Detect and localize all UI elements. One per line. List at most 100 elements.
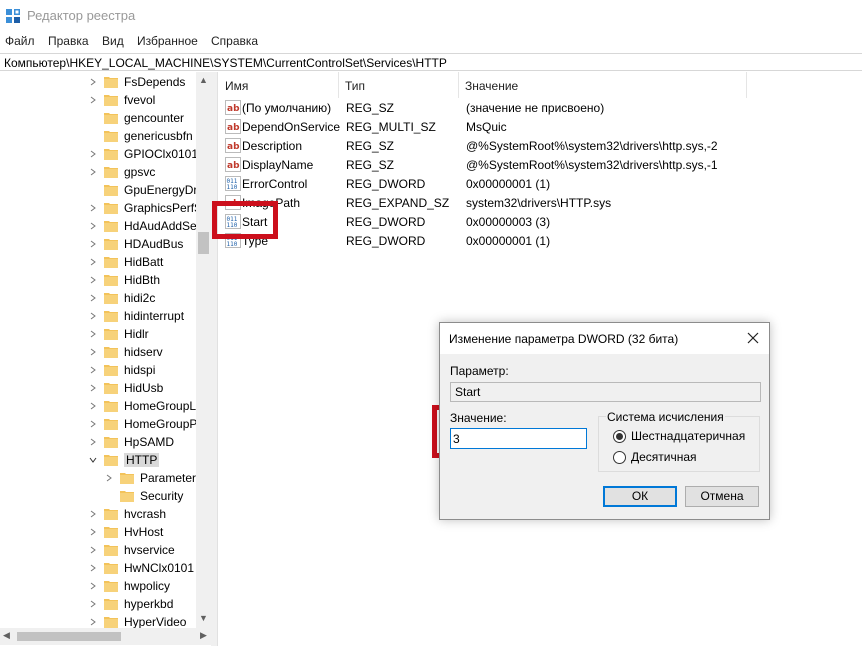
ok-button[interactable]: ОК [603,486,677,507]
chevron-right-icon[interactable] [88,329,98,339]
tree-item[interactable]: Hidlr [88,325,149,343]
chevron-right-icon[interactable] [88,401,98,411]
tree-item[interactable]: Parameters [104,469,202,487]
close-icon[interactable] [743,328,763,348]
chevron-right-icon[interactable] [88,581,98,591]
tree-item[interactable]: gpsvc [88,163,155,181]
tree-item[interactable]: fvevol [88,91,155,109]
tree-item[interactable]: GraphicsPerfSv [88,199,208,217]
tree-item[interactable]: hwpolicy [88,577,170,595]
tree-item[interactable]: HwNClx0101 [88,559,194,577]
value-row[interactable]: ab Description REG_SZ @%SystemRoot%\system3… [219,136,862,155]
folder-icon [104,580,118,592]
value-row[interactable]: ab (По умолчанию) REG_SZ (значение не присв… [219,98,862,117]
chevron-right-icon[interactable] [104,473,114,483]
value-row[interactable]: ab DependOnService REG_MULTI_SZ MsQuic [219,117,862,136]
chevron-right-icon[interactable] [88,365,98,375]
key-tree[interactable]: FsDepends fvevol gencounter genericusbfn GPI… [0,72,211,628]
menu-view[interactable]: Вид [102,34,124,48]
value-row[interactable]: ab DisplayName REG_SZ @%SystemRoot%\system3… [219,155,862,174]
value-input[interactable] [450,428,587,449]
chevron-right-icon[interactable] [88,545,98,555]
tree-item-label: fvevol [124,93,156,107]
tree-item-label: GpuEnergyDrv [124,183,204,197]
chevron-down-icon[interactable] [88,455,98,465]
menu-help[interactable]: Справка [211,34,258,48]
chevron-right-icon[interactable] [88,419,98,429]
tree-item[interactable]: GPIOClx0101 [88,145,198,163]
tree-item[interactable]: HdAudAddSer [88,217,201,235]
tree-item[interactable]: HvHost [88,523,163,541]
radio-decimal[interactable]: Десятичная [613,450,697,464]
chevron-right-icon[interactable] [88,221,98,231]
scroll-thumb[interactable] [198,232,209,254]
chevron-right-icon[interactable] [88,599,98,609]
tree-item[interactable]: Security [104,487,183,505]
tree-item[interactable]: HDAudBus [88,235,183,253]
radio-hexadecimal[interactable]: Шестнадцатеричная [613,429,745,443]
address-bar[interactable]: Компьютер\HKEY_LOCAL_MACHINE\SYSTEM\Curr… [0,53,862,71]
window-title: Редактор реестра [27,8,136,23]
radio-checked-icon[interactable] [613,429,626,443]
chevron-right-icon[interactable] [88,293,98,303]
tree-item[interactable]: HpSAMD [88,433,174,451]
chevron-right-icon[interactable] [88,167,98,177]
folder-icon [104,526,118,538]
tree-item[interactable]: gencounter [88,109,184,127]
chevron-right-icon[interactable] [88,149,98,159]
tree-item[interactable]: HomeGroupPr [88,415,201,433]
column-header-type[interactable]: Тип [339,72,459,98]
tree-item[interactable]: hidi2c [88,289,155,307]
tree-item[interactable]: HTTP [88,451,160,469]
tree-vertical-scrollbar[interactable]: ▲ ▼ [196,72,211,628]
chevron-right-icon[interactable] [88,383,98,393]
chevron-right-icon[interactable] [88,527,98,537]
tree-item[interactable]: hidspi [88,361,155,379]
value-row[interactable]: 011 110 Type REG_DWORD 0x00000001 (1) [219,231,862,250]
tree-item[interactable]: HyperVideo [88,613,186,628]
value-data: (значение не присвоено) [466,101,605,115]
value-row[interactable]: 011 110 Start REG_DWORD 0x00000003 (3) [219,212,862,231]
chevron-right-icon[interactable] [88,347,98,357]
scroll-down-arrow-icon[interactable]: ▼ [199,613,208,623]
scroll-up-arrow-icon[interactable]: ▲ [199,75,208,85]
tree-item[interactable]: GpuEnergyDrv [88,181,203,199]
tree-item-label: genericusbfn [124,129,193,143]
column-header-data[interactable]: Значение [459,72,747,98]
scroll-right-arrow-icon[interactable]: ▶ [200,630,207,641]
menu-edit[interactable]: Правка [48,34,89,48]
chevron-right-icon[interactable] [88,203,98,213]
chevron-right-icon[interactable] [88,95,98,105]
chevron-right-icon[interactable] [88,617,98,627]
tree-item[interactable]: hvcrash [88,505,166,523]
tree-item[interactable]: hvservice [88,541,175,559]
chevron-right-icon[interactable] [88,275,98,285]
menu-file[interactable]: Файл [5,34,35,48]
chevron-right-icon[interactable] [88,239,98,249]
value-row[interactable]: ab ImagePath REG_EXPAND_SZ system32\drivers… [219,193,862,212]
pane-splitter[interactable] [211,72,218,646]
value-row[interactable]: 011 110 ErrorControl REG_DWORD 0x00000001 (1… [219,174,862,193]
chevron-right-icon[interactable] [88,509,98,519]
chevron-right-icon[interactable] [88,437,98,447]
tree-item[interactable]: FsDepends [88,73,185,91]
tree-item[interactable]: HomeGroupLi [88,397,199,415]
tree-item[interactable]: HidBatt [88,253,163,271]
chevron-right-icon[interactable] [88,563,98,573]
chevron-right-icon[interactable] [88,257,98,267]
tree-item[interactable]: hyperkbd [88,595,173,613]
tree-horizontal-scrollbar[interactable]: ◀ ▶ [0,628,211,645]
tree-item[interactable]: HidUsb [88,379,163,397]
tree-item[interactable]: HidBth [88,271,160,289]
column-header-name[interactable]: Имя [219,72,339,98]
chevron-right-icon[interactable] [88,311,98,321]
tree-item[interactable]: hidinterrupt [88,307,184,325]
scroll-left-arrow-icon[interactable]: ◀ [3,630,10,641]
scroll-thumb-horizontal[interactable] [17,632,121,641]
tree-item[interactable]: hidserv [88,343,163,361]
chevron-right-icon[interactable] [88,77,98,87]
tree-item[interactable]: genericusbfn [88,127,193,145]
cancel-button[interactable]: Отмена [685,486,759,507]
menu-favorites[interactable]: Избранное [137,34,198,48]
radio-unchecked-icon[interactable] [613,450,626,464]
